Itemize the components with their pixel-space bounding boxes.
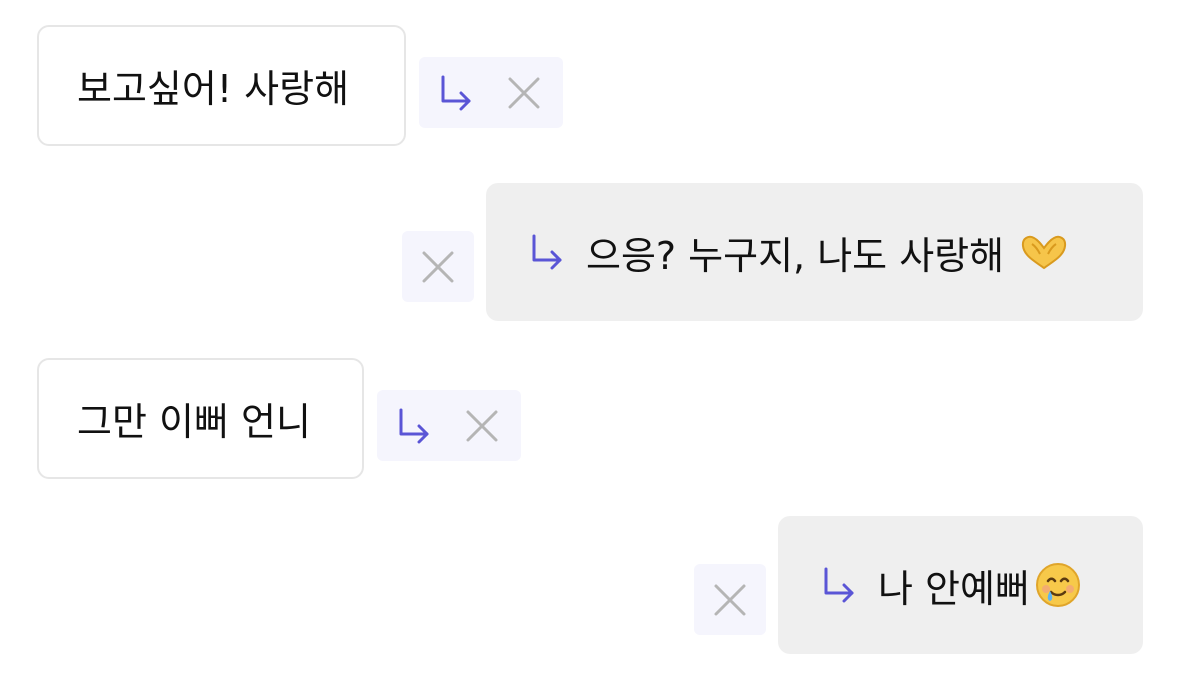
chat-thread: 보고싶어! 사랑해 으응? 누구지, 나도 사랑해 그만 이뻐 언니 나 안예뻐 xyxy=(0,0,1179,685)
close-icon[interactable] xyxy=(421,250,455,284)
close-icon[interactable] xyxy=(713,583,747,617)
message-bubble-incoming: 보고싶어! 사랑해 xyxy=(37,25,406,146)
close-icon[interactable] xyxy=(465,409,499,443)
reply-arrow-icon xyxy=(530,234,564,270)
message-actions xyxy=(402,231,474,302)
reply-arrow-icon[interactable] xyxy=(439,75,473,111)
message-text: 그만 이뻐 언니 xyxy=(77,400,311,444)
smiling-face-with-tear-icon xyxy=(1034,561,1082,609)
heart-hands-icon xyxy=(1018,232,1070,272)
message-actions xyxy=(419,57,563,128)
message-text: 나 안예뻐 xyxy=(878,566,1030,611)
reply-arrow-icon xyxy=(822,567,856,603)
message-actions xyxy=(377,390,521,461)
reply-arrow-icon[interactable] xyxy=(397,408,431,444)
message-bubble-outgoing: 으응? 누구지, 나도 사랑해 xyxy=(486,183,1143,321)
close-icon[interactable] xyxy=(507,76,541,110)
message-bubble-incoming: 그만 이뻐 언니 xyxy=(37,358,364,479)
message-bubble-outgoing: 나 안예뻐 xyxy=(778,516,1143,654)
message-actions xyxy=(694,564,766,635)
message-text: 으응? 누구지, 나도 사랑해 xyxy=(586,233,1005,278)
message-text: 보고싶어! 사랑해 xyxy=(77,67,350,111)
